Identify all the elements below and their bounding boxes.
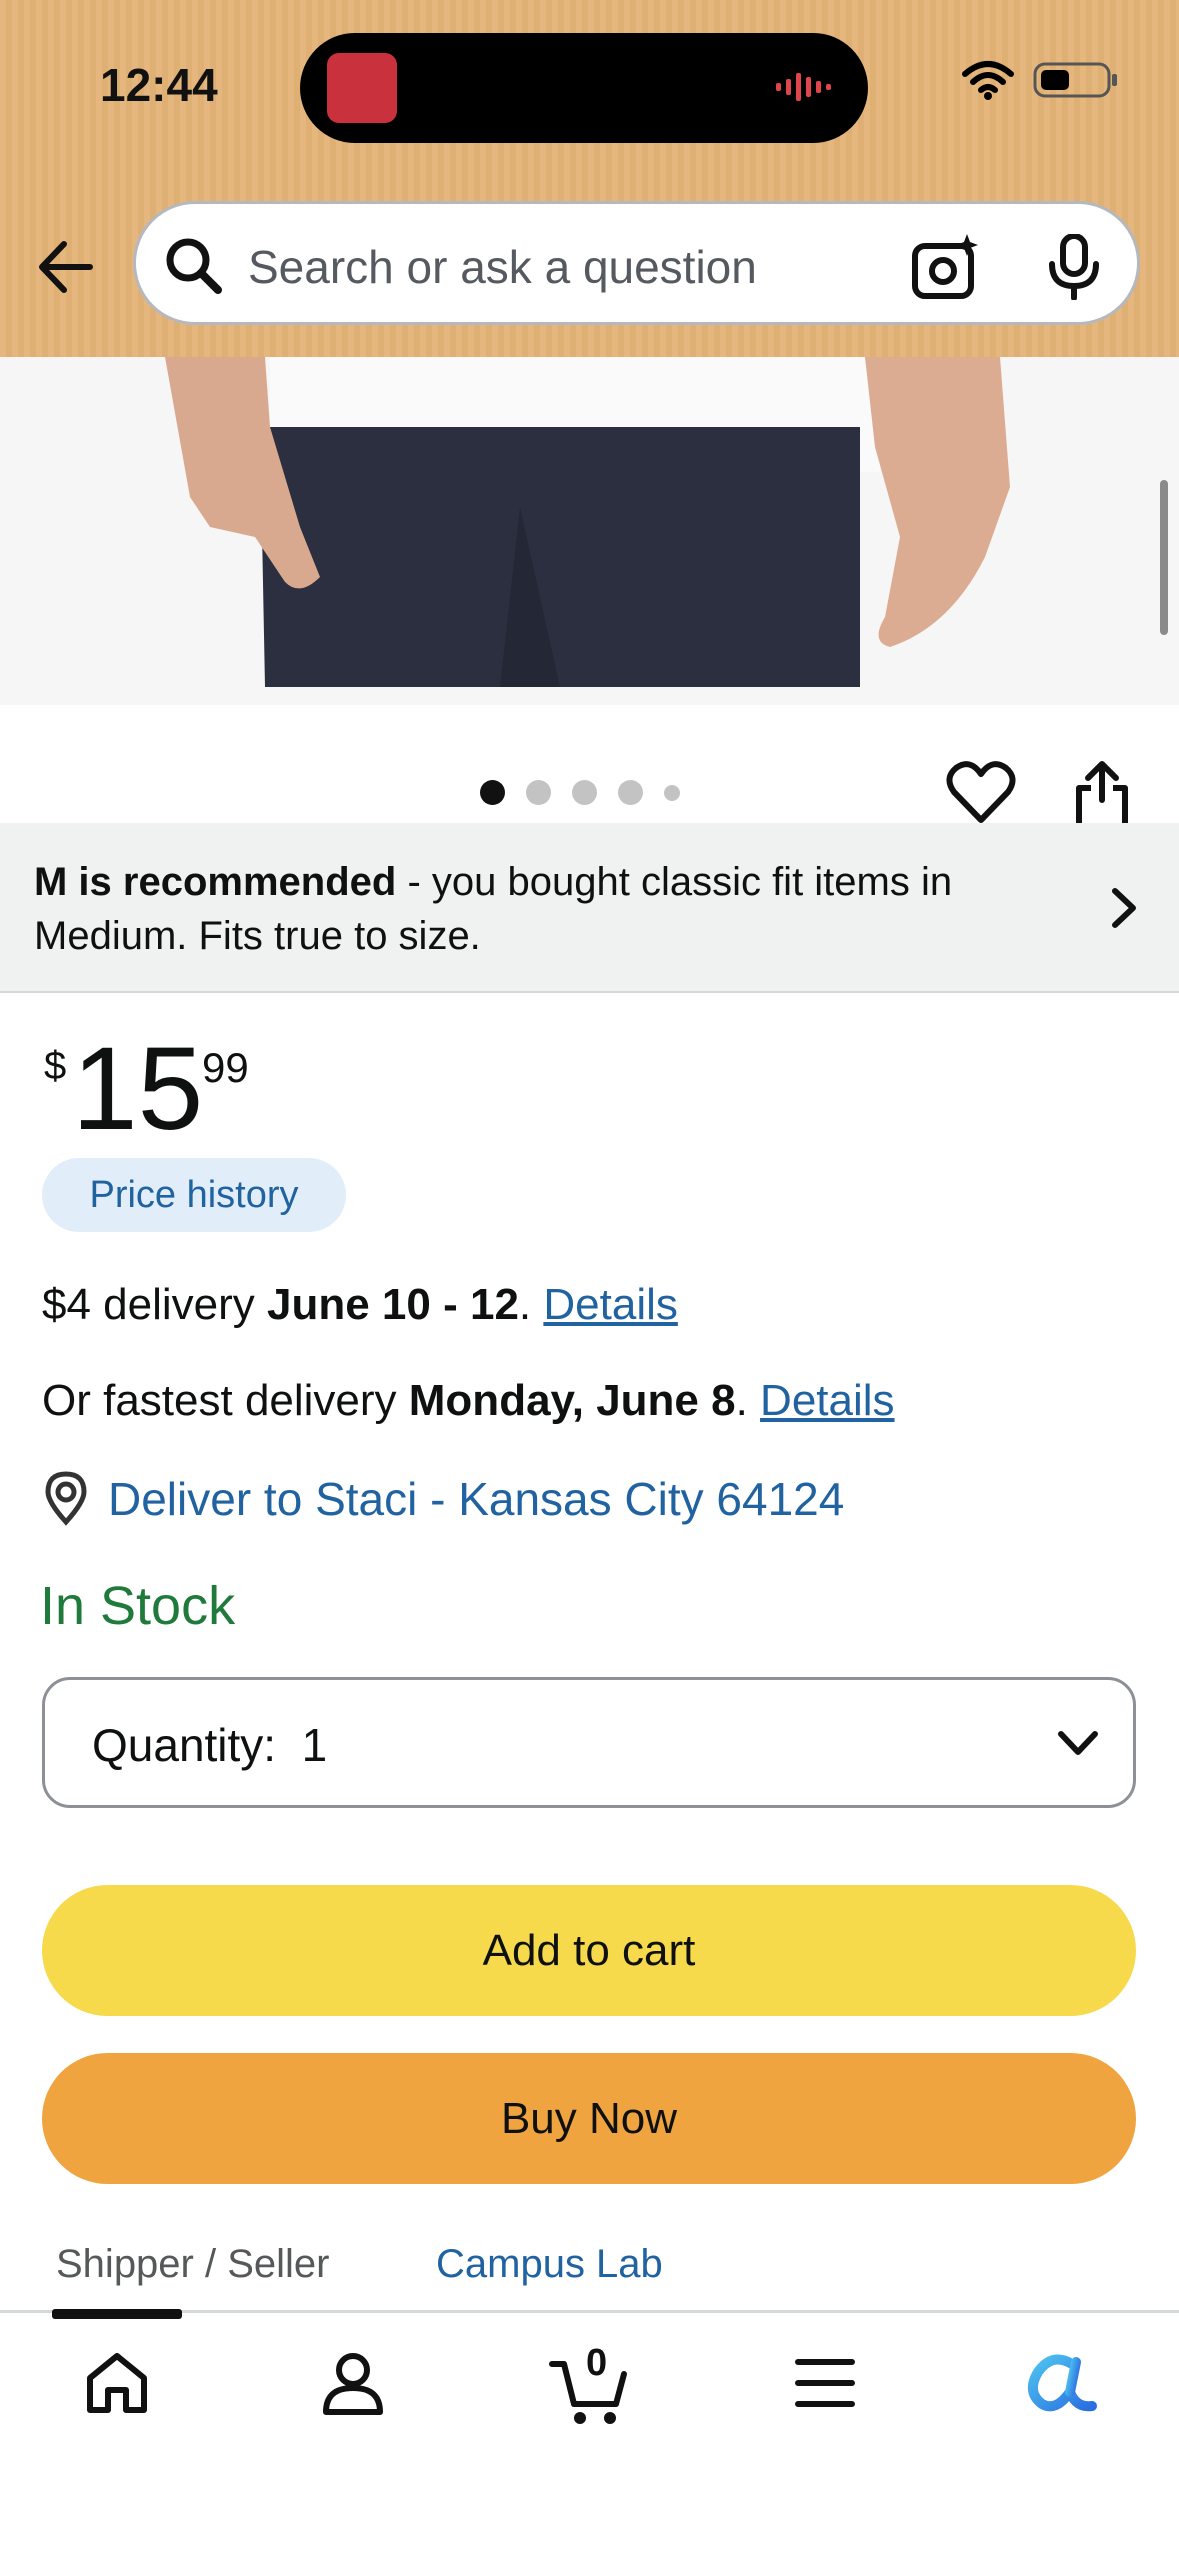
status-icons <box>961 60 1119 100</box>
dynamic-island[interactable] <box>300 33 868 143</box>
carousel-dot[interactable] <box>480 780 505 805</box>
delivery-line: $4 delivery June 10 - 12. Details <box>42 1280 678 1330</box>
camera-lens-icon[interactable] <box>911 234 981 300</box>
quantity-dropdown[interactable]: Quantity: 1 <box>42 1677 1136 1808</box>
quantity-label-text: Quantity: <box>92 1719 277 1771</box>
top-header: 12:44 Search or ask a question <box>0 0 1179 357</box>
nav-active-indicator <box>52 2309 182 2319</box>
home-icon[interactable] <box>82 2348 152 2418</box>
size-recommendation-text: M is recommended - you bought classic fi… <box>34 855 1064 963</box>
cart-nav-item[interactable]: 0 <box>548 2342 632 2428</box>
rufus-assistant-icon[interactable] <box>1022 2348 1098 2418</box>
location-pin-icon <box>45 1471 87 1526</box>
price-whole: 15 <box>72 1023 204 1155</box>
now-playing-thumbnail <box>327 53 397 123</box>
price-symbol: $ <box>44 1044 67 1088</box>
chevron-right-icon <box>1112 888 1136 928</box>
image-carousel-dots[interactable] <box>480 780 680 805</box>
seller-label: Shipper / Seller <box>56 2242 330 2286</box>
audio-waveform-icon <box>776 73 831 101</box>
share-icon[interactable] <box>1073 760 1131 830</box>
product-image[interactable] <box>0 357 1179 705</box>
cart-count: 0 <box>586 2342 608 2384</box>
carousel-dot[interactable] <box>572 780 597 805</box>
carousel-dot[interactable] <box>526 780 551 805</box>
search-icon <box>166 238 222 294</box>
product-photo <box>0 357 1179 705</box>
fastest-prefix: Or fastest delivery <box>42 1376 409 1425</box>
deliver-to-link[interactable]: Deliver to Staci - Kansas City 64124 <box>108 1472 844 1526</box>
fastest-details-link[interactable]: Details <box>760 1376 895 1425</box>
scroll-indicator[interactable] <box>1160 480 1168 635</box>
microphone-icon[interactable] <box>1046 234 1102 300</box>
search-bar[interactable]: Search or ask a question <box>133 201 1140 325</box>
wifi-icon <box>961 61 1014 100</box>
fastest-date: Monday, June 8 <box>408 1376 736 1425</box>
buy-now-button[interactable]: Buy Now <box>42 2053 1136 2184</box>
status-time: 12:44 <box>100 59 218 111</box>
menu-icon[interactable] <box>792 2348 858 2418</box>
heart-icon[interactable] <box>946 760 1016 826</box>
quantity-label: Quantity: 1 <box>92 1718 327 1772</box>
delivery-date: June 10 - 12 <box>267 1280 519 1329</box>
account-icon[interactable] <box>318 2348 388 2418</box>
fastest-suffix: . <box>735 1376 761 1425</box>
add-to-cart-button[interactable]: Add to cart <box>42 1885 1136 2016</box>
quantity-value: 1 <box>301 1719 328 1771</box>
bottom-navigation: 0 <box>0 2309 1179 2556</box>
delivery-prefix: $4 delivery <box>42 1280 268 1329</box>
fastest-delivery-line: Or fastest delivery Monday, June 8. Deta… <box>42 1376 895 1426</box>
battery-icon <box>1033 62 1117 98</box>
chevron-down-icon <box>1058 1731 1098 1755</box>
size-recommendation-bold: M is recommended <box>34 860 397 904</box>
delivery-suffix: . <box>518 1280 544 1329</box>
carousel-dot[interactable] <box>664 784 680 801</box>
size-recommendation-banner[interactable]: M is recommended - you bought classic fi… <box>0 823 1179 993</box>
seller-link[interactable]: Campus Lab <box>436 2242 663 2287</box>
delivery-details-link[interactable]: Details <box>543 1280 678 1329</box>
price-history-button[interactable]: Price history <box>42 1158 346 1232</box>
stock-status: In Stock <box>40 1576 236 1636</box>
price-fraction: 99 <box>202 1044 249 1091</box>
back-arrow-icon[interactable] <box>34 232 98 302</box>
carousel-dot[interactable] <box>618 780 643 805</box>
search-input[interactable]: Search or ask a question <box>248 240 757 294</box>
